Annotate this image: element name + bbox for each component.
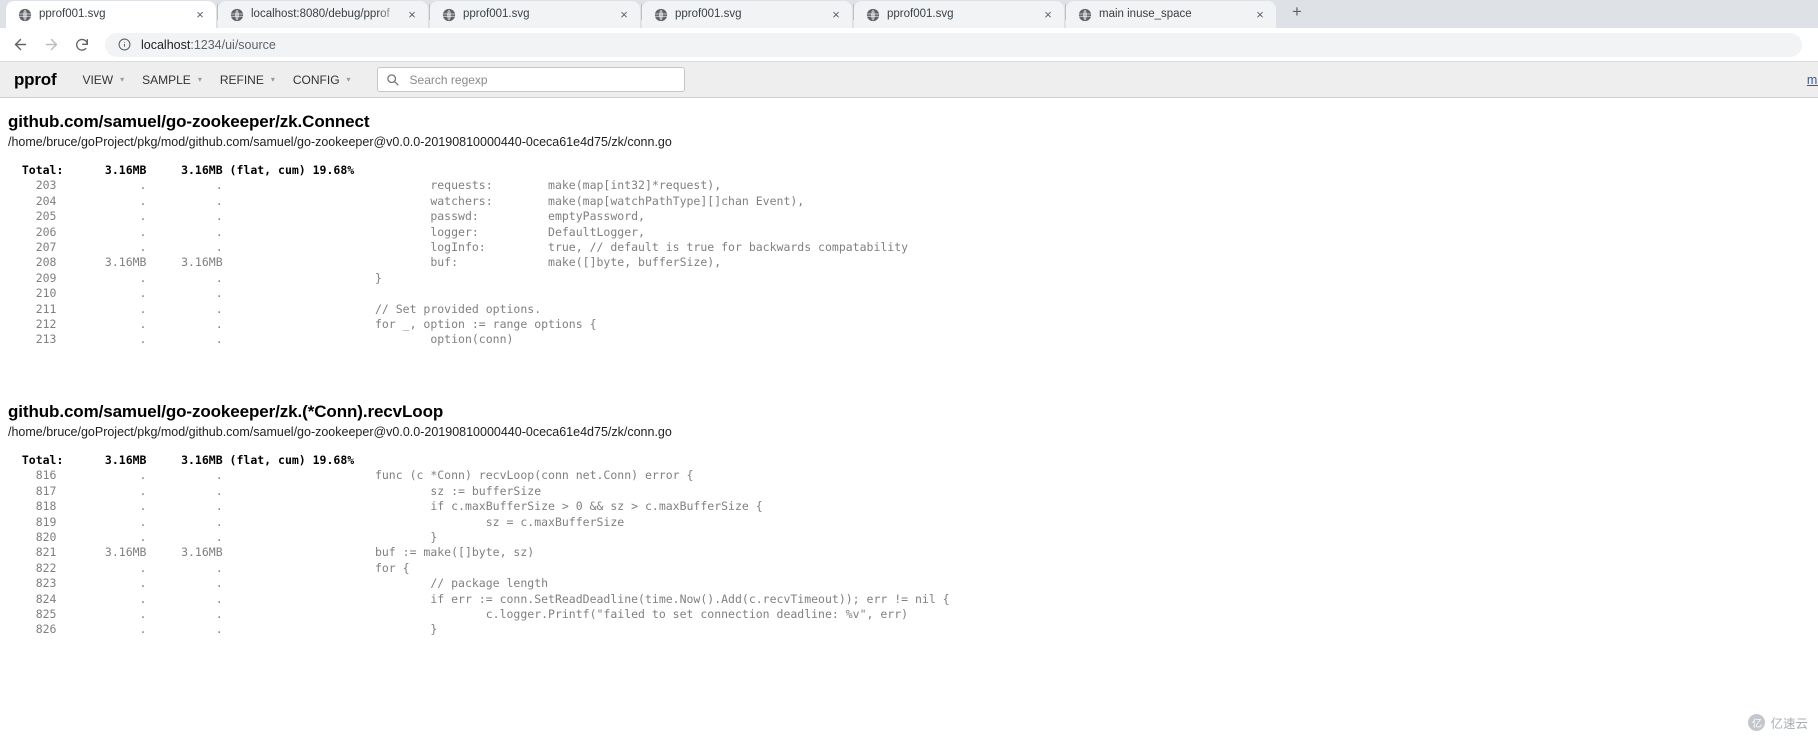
tab-title: main inuse_space bbox=[1099, 8, 1192, 20]
tab-title: pprof001.svg bbox=[39, 8, 106, 20]
code-lines: 203 . . requests: make(map[int32]*reques… bbox=[35, 178, 909, 347]
menu-config[interactable]: CONFIG ▾ bbox=[287, 69, 357, 91]
menu-config-label: CONFIG bbox=[292, 72, 340, 87]
source-listing: github.com/samuel/go-zookeeper/zk.Connec… bbox=[0, 112, 1818, 638]
browser-tab[interactable]: pprof001.svg × bbox=[6, 1, 216, 28]
globe-icon bbox=[229, 7, 244, 22]
reload-button[interactable] bbox=[68, 31, 96, 59]
globe-icon bbox=[1077, 7, 1092, 22]
file-path: /home/bruce/goProject/pkg/mod/github.com… bbox=[8, 424, 672, 439]
globe-icon bbox=[865, 7, 880, 22]
tab-title: pprof001.svg bbox=[887, 8, 954, 20]
watermark-logo-icon: 亿 bbox=[1748, 714, 1766, 731]
browser-toolbar: localhost:1234/ui/source bbox=[0, 28, 1818, 62]
code-lines: 816 . . func (c *Conn) recvLoop(conn net… bbox=[35, 468, 950, 637]
file-path: /home/bruce/goProject/pkg/mod/github.com… bbox=[8, 135, 672, 149]
function-name: github.com/samuel/go-zookeeper/zk.(*Conn… bbox=[8, 401, 444, 421]
close-icon[interactable]: × bbox=[1252, 7, 1268, 23]
chevron-down-icon: ▾ bbox=[346, 74, 351, 84]
browser-tab[interactable]: pprof001.svg × bbox=[430, 1, 640, 28]
back-button[interactable] bbox=[6, 31, 34, 59]
menu-refine-label: REFINE bbox=[219, 72, 264, 87]
function-name: github.com/samuel/go-zookeeper/zk.Connec… bbox=[8, 112, 370, 131]
browser-chrome: pprof001.svg × localhost:8080/debug/ppro… bbox=[0, 0, 1818, 62]
pprof-brand: pprof bbox=[14, 69, 57, 89]
close-icon[interactable]: × bbox=[404, 7, 420, 23]
menu-view[interactable]: VIEW ▾ bbox=[76, 69, 130, 91]
tab-title: pprof001.svg bbox=[675, 8, 742, 20]
pprof-toolbar: pprof VIEW ▾ SAMPLE ▾ REFINE ▾ CONFIG ▾ … bbox=[0, 62, 1818, 98]
menu-sample[interactable]: SAMPLE ▾ bbox=[136, 69, 208, 91]
tab-title: localhost:8080/debug/pprof bbox=[251, 8, 390, 20]
tab-title: pprof001.svg bbox=[463, 8, 530, 20]
profile-link[interactable]: main bbox=[1807, 73, 1818, 87]
menu-sample-label: SAMPLE bbox=[142, 72, 191, 87]
url-path: :1234/ui/source bbox=[190, 37, 276, 52]
chevron-down-icon: ▾ bbox=[120, 74, 125, 84]
close-icon[interactable]: × bbox=[828, 7, 844, 23]
chevron-down-icon: ▾ bbox=[270, 74, 275, 84]
chevron-down-icon: ▾ bbox=[197, 74, 202, 84]
menu-refine[interactable]: REFINE ▾ bbox=[214, 69, 281, 91]
new-tab-button[interactable]: + bbox=[1283, 0, 1311, 26]
source-section: github.com/samuel/go-zookeeper/zk.Connec… bbox=[8, 112, 1810, 348]
watermark-text: 亿速云 bbox=[1770, 717, 1808, 731]
total-row: Total: 3.16MB 3.16MB (flat, cum) 19.68% bbox=[8, 163, 355, 177]
globe-icon bbox=[441, 7, 456, 22]
code-block: Total: 3.16MB 3.16MB (flat, cum) 19.68% … bbox=[8, 453, 1810, 638]
source-section: github.com/samuel/go-zookeeper/zk.(*Conn… bbox=[8, 402, 1810, 638]
address-bar[interactable]: localhost:1234/ui/source bbox=[105, 32, 1802, 57]
code-block: Total: 3.16MB 3.16MB (flat, cum) 19.68% … bbox=[8, 163, 1810, 348]
browser-tab[interactable]: pprof001.svg × bbox=[642, 1, 852, 28]
search-input[interactable] bbox=[407, 71, 676, 88]
browser-tab[interactable]: main inuse_space × bbox=[1066, 1, 1276, 28]
watermark: 亿 亿速云 bbox=[1748, 713, 1808, 732]
browser-tab[interactable]: localhost:8080/debug/pprof × bbox=[218, 1, 428, 28]
site-info-icon[interactable] bbox=[117, 37, 132, 52]
globe-icon bbox=[17, 7, 32, 22]
profile-link-container: main bbox=[1807, 73, 1818, 87]
total-row: Total: 3.16MB 3.16MB (flat, cum) 19.68% bbox=[8, 452, 355, 467]
tab-strip: pprof001.svg × localhost:8080/debug/ppro… bbox=[0, 0, 1818, 28]
browser-tab[interactable]: pprof001.svg × bbox=[854, 1, 1064, 28]
forward-button[interactable] bbox=[37, 31, 65, 59]
close-icon[interactable]: × bbox=[1040, 7, 1056, 23]
menu-view-label: VIEW bbox=[82, 72, 114, 87]
close-icon[interactable]: × bbox=[616, 7, 632, 23]
url-host: localhost bbox=[141, 37, 191, 52]
close-icon[interactable]: × bbox=[192, 7, 208, 23]
search-box[interactable] bbox=[376, 67, 685, 92]
globe-icon bbox=[653, 7, 668, 22]
search-icon bbox=[386, 73, 400, 87]
